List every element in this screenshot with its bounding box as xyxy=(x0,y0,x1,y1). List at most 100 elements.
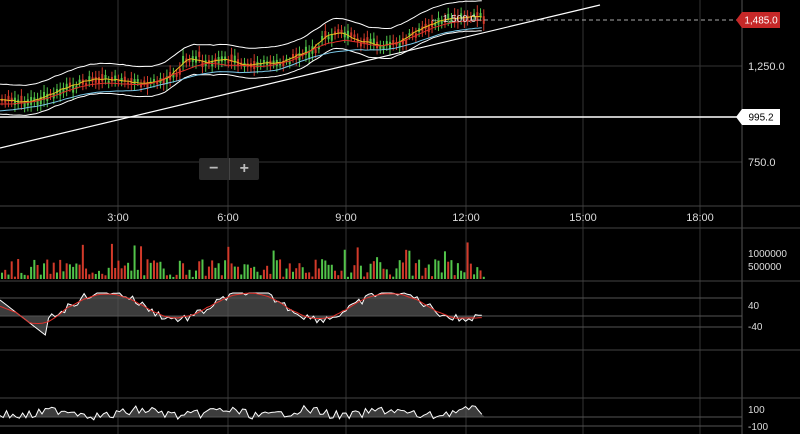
volume-bar xyxy=(463,272,466,279)
candle-body xyxy=(389,41,391,50)
volume-bar xyxy=(343,249,346,279)
time-tick-0: 3:00 xyxy=(107,212,128,224)
volume-bar xyxy=(379,262,382,279)
candle-body xyxy=(85,83,88,86)
volume-bar xyxy=(431,276,434,279)
volume-bar xyxy=(211,260,214,279)
trading-chart[interactable]: 1,485.0 995.2 ← 1,500.0 1,250.0 750.0 3:00 6:0… xyxy=(0,0,800,434)
volume-bar xyxy=(188,269,191,279)
volume-bar xyxy=(440,272,443,279)
volume-bar xyxy=(30,266,33,279)
volume-bar xyxy=(195,270,197,279)
volume-bar xyxy=(243,264,246,279)
volume-bar xyxy=(114,267,117,279)
volume-bar xyxy=(123,265,126,279)
volume-bar xyxy=(359,265,362,279)
volume-bar xyxy=(43,263,46,279)
volume-bar xyxy=(443,251,446,279)
volume-bar xyxy=(482,276,485,279)
volume-bar xyxy=(356,247,359,279)
candle-body xyxy=(330,34,333,41)
volume-bar xyxy=(366,272,369,279)
volume-bar xyxy=(473,274,476,279)
volume-bar xyxy=(363,276,366,279)
volume-bar xyxy=(369,263,372,279)
volume-bar xyxy=(94,273,97,279)
volume-bar xyxy=(334,270,337,279)
volume-bar xyxy=(162,268,165,279)
volume-bar xyxy=(447,261,450,279)
volume-bar xyxy=(178,260,181,279)
volume-bar xyxy=(275,260,278,279)
candle-body xyxy=(479,13,482,17)
volume-bar xyxy=(78,264,81,279)
volume-bar xyxy=(52,262,55,279)
oscillator-1 xyxy=(0,292,485,336)
volume-bar xyxy=(227,246,230,279)
volume-bar xyxy=(246,264,249,279)
candle-body xyxy=(220,56,223,62)
volume-bar xyxy=(476,267,479,279)
candle-body xyxy=(143,80,146,83)
volume-bar xyxy=(311,276,314,279)
volume-bar xyxy=(279,259,282,279)
volume-bar xyxy=(104,275,107,279)
candle-body xyxy=(314,49,317,54)
volume-tick-1: 500000 xyxy=(748,262,782,273)
volume-bar xyxy=(288,263,291,279)
last-price-flag: 1,485.0 xyxy=(736,12,780,28)
osc2-tick-1: -100 xyxy=(748,422,768,433)
volume-bar xyxy=(421,275,424,279)
volume-bar xyxy=(295,268,298,279)
volume-bar xyxy=(20,272,23,279)
osc2-fill xyxy=(0,405,485,420)
volume-bar xyxy=(172,276,175,279)
zoom-controls: − + xyxy=(199,158,259,180)
volume-bar xyxy=(65,263,68,279)
volume-bar xyxy=(117,260,120,279)
volume-bar xyxy=(185,274,188,279)
volume-bar xyxy=(434,259,437,279)
volume-bar xyxy=(36,265,39,279)
high-annotation: ← 1,500.0 xyxy=(430,14,477,25)
candle-body xyxy=(175,73,178,77)
osc1-tick-1: -40 xyxy=(748,322,763,333)
candles xyxy=(1,5,485,113)
volume-bar xyxy=(292,271,294,279)
volume-bar xyxy=(353,265,356,279)
volume-bar xyxy=(120,268,123,279)
zoom-in-button[interactable]: + xyxy=(230,158,260,180)
volume-bar xyxy=(327,264,330,279)
volume-bar xyxy=(418,259,421,279)
volume-bar xyxy=(411,275,414,279)
volume-bar xyxy=(156,262,159,279)
candle-body xyxy=(98,77,100,84)
volume-bar xyxy=(262,269,265,279)
volume-bar xyxy=(346,276,349,279)
candle-body xyxy=(227,60,230,64)
volume-bar xyxy=(107,267,110,279)
price-tick-0: 1,250.0 xyxy=(748,61,785,73)
volume-bar xyxy=(389,274,391,279)
volume-bar xyxy=(256,271,259,279)
candle-body xyxy=(101,74,104,82)
zoom-out-button[interactable]: − xyxy=(199,158,230,180)
volume-bar xyxy=(460,270,463,279)
volume-bar xyxy=(152,260,155,279)
candle-body xyxy=(363,38,366,44)
volume-bar xyxy=(49,273,52,279)
volume-bar xyxy=(191,276,194,279)
volume-bar xyxy=(469,263,472,279)
volume-bar xyxy=(101,273,104,279)
volume-bar xyxy=(165,275,168,279)
volume-bar xyxy=(395,268,398,279)
volume-bar xyxy=(450,260,453,279)
candle-body xyxy=(288,61,291,65)
price-tick-1: 750.0 xyxy=(748,157,776,169)
candle-body xyxy=(262,59,265,63)
volume-bar xyxy=(456,263,459,279)
volume-bar xyxy=(304,272,307,279)
volume-bar xyxy=(340,270,343,279)
volume-bar xyxy=(7,274,10,279)
candle-body xyxy=(78,79,81,83)
